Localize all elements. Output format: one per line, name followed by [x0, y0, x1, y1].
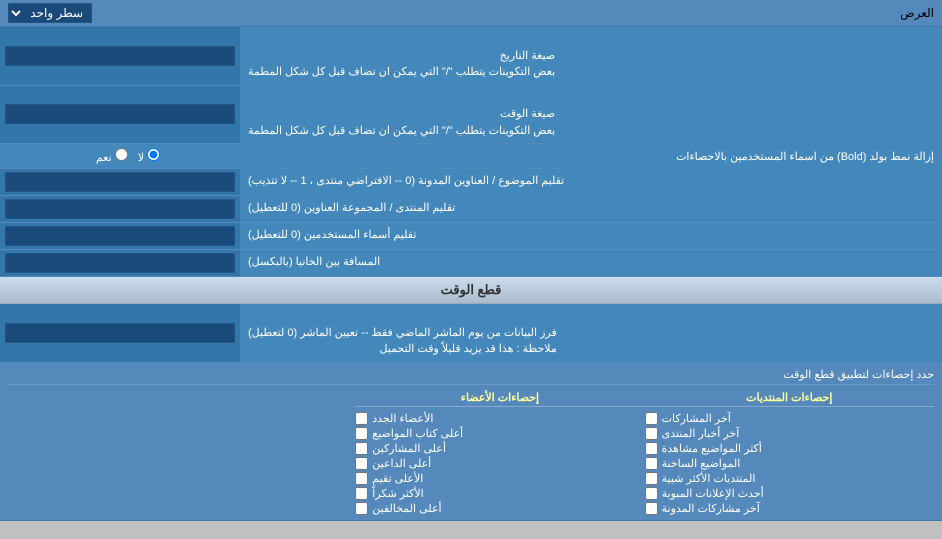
checkbox-label-3: المواضيع الساخنة [662, 457, 741, 470]
header-label: العرض [900, 6, 934, 20]
time-format-input-wrapper: H:i [0, 86, 240, 144]
display-select[interactable]: سطر واحدسطرينثلاثة أسطر [8, 3, 92, 23]
checkbox-members-2[interactable] [355, 442, 368, 455]
bold-label: إزالة نمط بولد (Bold) من اسماء المستخدمي… [248, 150, 934, 163]
space-between-input[interactable]: 2 [5, 253, 235, 273]
time-cut-input[interactable]: 0 [5, 323, 235, 343]
forum-group-input[interactable]: 33 [5, 199, 235, 219]
bold-usernames-row: إزالة نمط بولد (Bold) من اسماء المستخدمي… [0, 144, 942, 169]
date-format-label: صيغة التاريخ بعض التكوينات يتطلب "/" الت… [240, 27, 942, 85]
checkbox-forums-2[interactable] [645, 442, 658, 455]
date-format-input[interactable]: d-m [5, 46, 235, 66]
date-format-input-wrapper: d-m [0, 27, 240, 85]
topic-titles-input-wrapper: 33 [0, 169, 240, 195]
list-item: الأعضاء الجدد [355, 412, 644, 425]
main-container: العرض سطر واحدسطرينثلاثة أسطر صيغة التار… [0, 0, 942, 521]
date-format-row: صيغة التاريخ بعض التكوينات يتطلب "/" الت… [0, 27, 942, 86]
member-checkbox-label-3: أعلى الداعين [372, 457, 431, 470]
radio-yes[interactable] [115, 148, 128, 161]
topic-titles-input[interactable]: 33 [5, 172, 235, 192]
list-item: أكثر المواضيع مشاهدة [645, 442, 934, 455]
checkboxes-header-row: حدد إحصاءات لتطبيق قطع الوقت [8, 368, 934, 385]
checkbox-forums-4[interactable] [645, 472, 658, 485]
checkbox-label-1: آخر أخبار المنتدى [662, 427, 740, 440]
time-format-label: صيغة الوقت بعض التكوينات يتطلب "/" التي … [240, 86, 942, 144]
member-checkbox-label-6: أعلى المخالفين [372, 502, 441, 515]
member-checkbox-label-4: الأعلى تقيم [372, 472, 423, 485]
checkboxes-main-label: حدد إحصاءات لتطبيق قطع الوقت [8, 368, 934, 381]
checkbox-label-5: أحدث الإعلانات المبوبة [662, 487, 764, 500]
list-item: آخر مشاركات المدونة [645, 502, 934, 515]
checkbox-label-2: أكثر المواضيع مشاهدة [662, 442, 762, 455]
forum-group-input-wrapper: 33 [0, 196, 240, 222]
time-cut-row: فرز البيانات من يوم الماشر الماضي فقط --… [0, 304, 942, 363]
header-row: العرض سطر واحدسطرينثلاثة أسطر [0, 0, 942, 27]
space-between-row: المسافة بين الخانيا (بالبكسل) 2 [0, 250, 942, 277]
forums-stats-col: إحصاءات المنتديات آخر المشاركات آخر أخبا… [645, 389, 934, 515]
bold-radio-group: لا نعم [8, 148, 248, 164]
radio-no-label: لا [138, 148, 160, 164]
radio-yes-label: نعم [96, 148, 128, 164]
member-checkbox-label-2: أعلى المشاركين [372, 442, 446, 455]
checkbox-label-6: آخر مشاركات المدونة [662, 502, 760, 515]
checkbox-forums-3[interactable] [645, 457, 658, 470]
checkboxes-cols: إحصاءات المنتديات آخر المشاركات آخر أخبا… [8, 389, 934, 515]
usernames-trim-row: تقليم أسماء المستخدمين (0 للتعطيل) 0 [0, 223, 942, 250]
time-format-row: صيغة الوقت بعض التكوينات يتطلب "/" التي … [0, 86, 942, 145]
checkbox-members-6[interactable] [355, 502, 368, 515]
checkbox-members-0[interactable] [355, 412, 368, 425]
list-item: المنتديات الأكثر شبية [645, 472, 934, 485]
time-cut-label: فرز البيانات من يوم الماشر الماضي فقط --… [240, 304, 942, 362]
member-checkbox-label-1: أعلى كتاب المواضيع [372, 427, 463, 440]
member-checkbox-label-0: الأعضاء الجدد [372, 412, 433, 425]
time-format-input[interactable]: H:i [5, 104, 235, 124]
list-item: أعلى الداعين [355, 457, 644, 470]
checkbox-label-0: آخر المشاركات [662, 412, 731, 425]
time-cut-input-wrapper: 0 [0, 304, 240, 362]
time-cut-section-header: قطع الوقت [0, 277, 942, 304]
list-item: أعلى المشاركين [355, 442, 644, 455]
empty-col [8, 389, 355, 515]
checkboxes-section: حدد إحصاءات لتطبيق قطع الوقت إحصاءات الم… [0, 363, 942, 521]
list-item: أعلى كتاب المواضيع [355, 427, 644, 440]
usernames-trim-label: تقليم أسماء المستخدمين (0 للتعطيل) [240, 223, 942, 249]
checkbox-members-4[interactable] [355, 472, 368, 485]
list-item: أحدث الإعلانات المبوبة [645, 487, 934, 500]
space-between-input-wrapper: 2 [0, 250, 240, 276]
checkbox-label-4: المنتديات الأكثر شبية [662, 472, 756, 485]
topic-titles-row: تقليم الموضوع / العناوين المدونة (0 -- ا… [0, 169, 942, 196]
forum-group-label: تقليم المنتدى / المجموعة العناوين (0 للت… [240, 196, 942, 222]
list-item: أعلى المخالفين [355, 502, 644, 515]
checkbox-forums-5[interactable] [645, 487, 658, 500]
checkbox-forums-1[interactable] [645, 427, 658, 440]
usernames-trim-input[interactable]: 0 [5, 226, 235, 246]
forums-stats-header: إحصاءات المنتديات [645, 389, 934, 407]
space-between-label: المسافة بين الخانيا (بالبكسل) [240, 250, 942, 276]
list-item: آخر المشاركات [645, 412, 934, 425]
member-checkbox-label-5: الأكثر شكراً [372, 487, 423, 500]
list-item: آخر أخبار المنتدى [645, 427, 934, 440]
list-item: الأعلى تقيم [355, 472, 644, 485]
members-stats-col: إحصاءات الأعضاء الأعضاء الجدد أعلى كتاب … [355, 389, 644, 515]
members-stats-header: إحصاءات الأعضاء [355, 389, 644, 407]
topic-titles-label: تقليم الموضوع / العناوين المدونة (0 -- ا… [240, 169, 942, 195]
checkbox-members-3[interactable] [355, 457, 368, 470]
list-item: المواضيع الساخنة [645, 457, 934, 470]
usernames-trim-input-wrapper: 0 [0, 223, 240, 249]
radio-no[interactable] [147, 148, 160, 161]
checkbox-members-5[interactable] [355, 487, 368, 500]
forum-group-row: تقليم المنتدى / المجموعة العناوين (0 للت… [0, 196, 942, 223]
list-item: الأكثر شكراً [355, 487, 644, 500]
checkbox-forums-6[interactable] [645, 502, 658, 515]
checkbox-members-1[interactable] [355, 427, 368, 440]
checkbox-forums-0[interactable] [645, 412, 658, 425]
select-wrapper[interactable]: سطر واحدسطرينثلاثة أسطر [8, 3, 92, 23]
